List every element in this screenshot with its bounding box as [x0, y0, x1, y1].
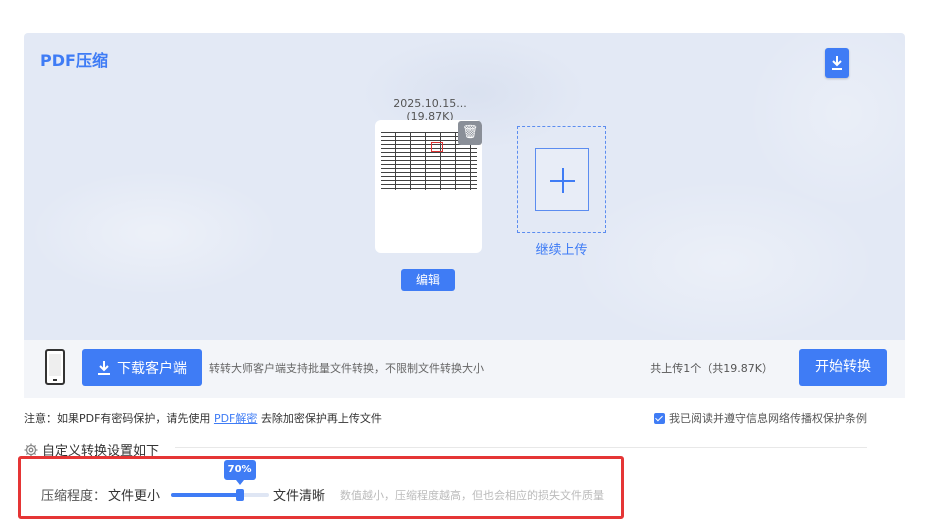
upload-panel: PDF压缩 2025.10.15...(19.87K) 🗑 继续上传 [24, 33, 905, 340]
download-client-button[interactable]: 下载客户端 [82, 349, 202, 386]
slider-value-tooltip: 70% [223, 460, 256, 485]
slider-fill [171, 493, 240, 497]
slider-handle[interactable] [235, 489, 244, 501]
settings-divider [175, 447, 867, 448]
upload-count: 共上传1个（共19.87K） [650, 362, 773, 375]
continue-upload-label[interactable]: 继续上传 [517, 239, 606, 258]
download-icon[interactable] [825, 48, 849, 78]
thumbnail-mark [431, 142, 443, 152]
agree-terms[interactable]: 我已阅读并遵守信息网络传播权保护条例 [654, 410, 867, 426]
download-client-label: 下载客户端 [117, 360, 187, 377]
phone-icon [45, 349, 65, 385]
compression-slider[interactable]: 70% [171, 460, 269, 501]
download-arrow-icon [98, 360, 110, 375]
compress-label: 压缩程度： [41, 489, 107, 504]
notice-suffix: 去除加密保护再上传文件 [260, 412, 382, 425]
compression-hint: 数值越小，压缩程度越高，但也会相应的损失文件质量 [340, 489, 604, 502]
delete-file-button[interactable]: 🗑 [458, 121, 482, 145]
clearer-file-label: 文件清晰 [273, 489, 326, 504]
page-title: PDF压缩 [40, 51, 108, 70]
file-card[interactable]: 🗑 [375, 120, 482, 253]
smaller-file-label: 文件更小 [108, 489, 161, 504]
notice-prefix: 注意：如果PDF有密码保护，请先使用 [24, 412, 211, 425]
start-convert-button[interactable]: 开始转换 [799, 349, 887, 386]
pdf-decrypt-link[interactable]: PDF解密 [214, 412, 257, 425]
gear-icon [24, 443, 38, 456]
agree-checkbox[interactable] [654, 412, 665, 424]
continue-upload-zone[interactable] [517, 126, 606, 233]
plus-icon [535, 148, 589, 211]
toolbar: 下载客户端 转转大师客户端支持批量文件转换，不限制文件转换大小 共上传1个（共1… [24, 340, 905, 398]
agree-label: 我已阅读并遵守信息网络传播权保护条例 [669, 412, 867, 425]
page: PDF压缩 2025.10.15...(19.87K) 🗑 继续上传 编辑 下载… [0, 0, 928, 531]
edit-button[interactable]: 编辑 [401, 269, 455, 291]
trash-icon: 🗑 [461, 125, 479, 140]
client-note: 转转大师客户端支持批量文件转换，不限制文件转换大小 [209, 362, 484, 375]
password-notice: 注意：如果PDF有密码保护，请先使用 PDF解密 去除加密保护再上传文件 [24, 410, 382, 426]
